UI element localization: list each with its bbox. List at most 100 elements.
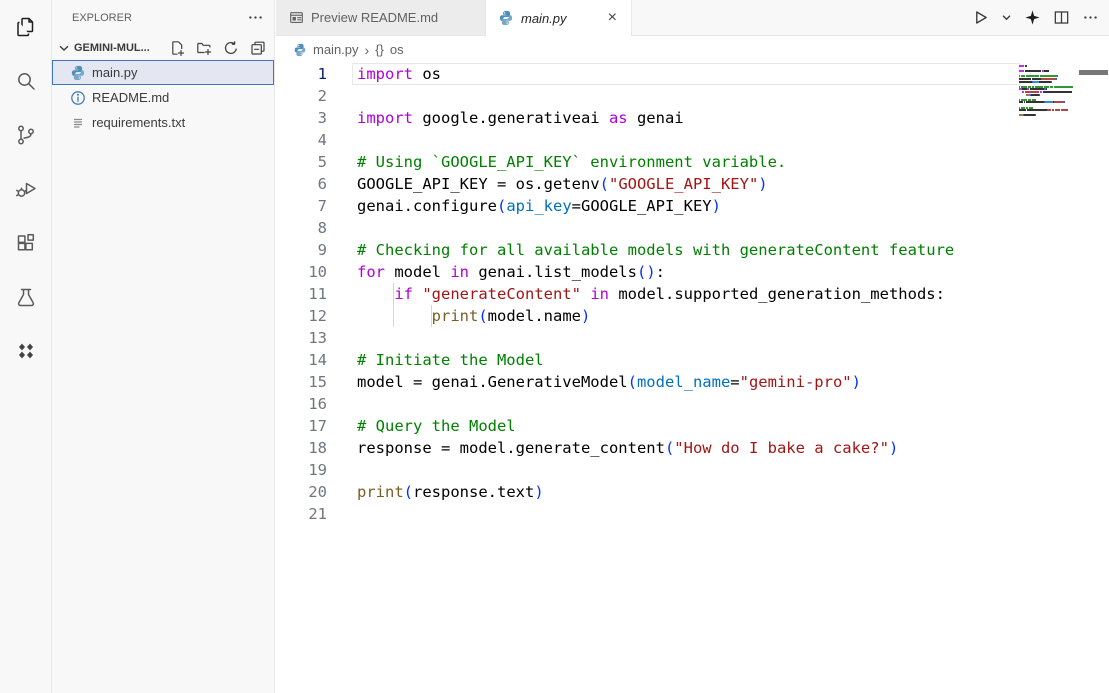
indent-guide (393, 283, 394, 305)
code-line-15[interactable]: 15model = genai.GenerativeModel(model_na… (276, 371, 1109, 393)
new-folder-icon[interactable] (196, 40, 212, 56)
split-editor-icon[interactable] (1053, 9, 1070, 26)
line-content: response = model.generate_content("How d… (357, 437, 898, 459)
section-actions (169, 40, 266, 56)
line-number: 5 (276, 151, 357, 173)
indent-guide (431, 305, 432, 327)
close-tab-icon[interactable]: × (606, 10, 619, 26)
line-number: 3 (276, 107, 357, 129)
code-line-12[interactable]: 12 print(model.name) (276, 305, 1109, 327)
code-editor[interactable]: 1import os23import google.generativeai a… (276, 63, 1109, 693)
line-number: 9 (276, 239, 357, 261)
code-line-14[interactable]: 14# Initiate the Model (276, 349, 1109, 371)
activity-testing[interactable] (0, 270, 52, 324)
code-line-13[interactable]: 13 (276, 327, 1109, 349)
refresh-explorer-icon[interactable] (223, 40, 239, 56)
explorer-title: EXPLORER (72, 12, 132, 24)
collapse-folders-icon[interactable] (250, 40, 266, 56)
code-line-5[interactable]: 5# Using `GOOGLE_API_KEY` environment va… (276, 151, 1109, 173)
python-icon (498, 10, 514, 26)
line-content: # Initiate the Model (357, 349, 544, 371)
code-line-11[interactable]: 11 if "generateContent" in model.support… (276, 283, 1109, 305)
code-line-16[interactable]: 16 (276, 393, 1109, 415)
code-line-3[interactable]: 3import google.generativeai as genai (276, 107, 1109, 129)
line-number: 2 (276, 85, 357, 107)
line-content: for model in genai.list_models(): (357, 261, 665, 283)
overview-ruler[interactable] (1095, 63, 1109, 693)
line-number: 10 (276, 261, 357, 283)
file-item-requirements.txt[interactable]: requirements.txt (52, 110, 274, 135)
gemini-sparkle-icon[interactable] (1024, 9, 1041, 26)
line-content: import os (357, 63, 441, 85)
breadcrumb-separator-icon: › (365, 42, 370, 58)
code-line-17[interactable]: 17# Query the Model (276, 415, 1109, 437)
extensions-icon (14, 231, 38, 255)
code-line-1[interactable]: 1import os (276, 63, 1109, 85)
line-content: # Using `GOOGLE_API_KEY` environment var… (357, 151, 786, 173)
line-content: import google.generativeai as genai (357, 107, 684, 129)
line-number: 7 (276, 195, 357, 217)
activity-search[interactable] (0, 54, 52, 108)
line-number: 17 (276, 415, 357, 437)
code-line-2[interactable]: 2 (276, 85, 1109, 107)
file-name: requirements.txt (92, 115, 185, 130)
line-content: genai.configure(api_key=GOOGLE_API_KEY) (357, 195, 721, 217)
code-line-10[interactable]: 10for model in genai.list_models(): (276, 261, 1109, 283)
editor-group: Preview README.md main.py × main.py › {}… (276, 0, 1109, 693)
line-number: 18 (276, 437, 357, 459)
gemini-diamonds-icon (14, 339, 38, 363)
line-number: 14 (276, 349, 357, 371)
line-number: 8 (276, 217, 357, 239)
indent-guide (393, 305, 394, 327)
folder-section-header[interactable]: GEMINI-MUL... (52, 35, 274, 60)
file-name: README.md (92, 90, 169, 105)
line-number: 4 (276, 129, 357, 151)
code-line-20[interactable]: 20print(response.text) (276, 481, 1109, 503)
python-icon (293, 43, 307, 57)
chevron-down-icon (56, 40, 72, 56)
breadcrumb: main.py › {} os (276, 36, 1109, 63)
code-line-18[interactable]: 18response = model.generate_content("How… (276, 437, 1109, 459)
line-number: 16 (276, 393, 357, 415)
line-number: 6 (276, 173, 357, 195)
search-icon (14, 69, 38, 93)
tab-label: Preview README.md (311, 10, 438, 25)
line-number: 21 (276, 503, 357, 525)
minimap-line (1019, 117, 1077, 119)
code-line-7[interactable]: 7genai.configure(api_key=GOOGLE_API_KEY) (276, 195, 1109, 217)
activity-source-control[interactable] (0, 108, 52, 162)
tab-label: main.py (521, 11, 567, 26)
file-item-README.md[interactable]: README.md (52, 85, 274, 110)
code-line-21[interactable]: 21 (276, 503, 1109, 525)
tab-main-py[interactable]: main.py × (486, 0, 632, 36)
run-dropdown-icon[interactable] (1001, 12, 1012, 23)
breadcrumb-file[interactable]: main.py (313, 42, 359, 57)
activity-bar (0, 0, 52, 693)
activity-explorer[interactable] (0, 0, 52, 54)
code-line-9[interactable]: 9# Checking for all available models wit… (276, 239, 1109, 261)
explorer-header: EXPLORER (52, 0, 274, 35)
run-python-file-icon[interactable] (972, 9, 989, 26)
new-file-icon[interactable] (169, 40, 185, 56)
line-number: 11 (276, 283, 357, 305)
activity-run-and-debug[interactable] (0, 162, 52, 216)
source-control-icon (14, 123, 38, 147)
code-line-19[interactable]: 19 (276, 459, 1109, 481)
file-name: main.py (92, 65, 138, 80)
explorer-more-actions-icon[interactable] (247, 9, 264, 26)
run-and-debug-icon (14, 177, 38, 201)
activity-gemini-code-assist[interactable] (0, 324, 52, 378)
activity-extensions[interactable] (0, 216, 52, 270)
text-file-icon (70, 115, 86, 131)
code-line-8[interactable]: 8 (276, 217, 1109, 239)
line-content: if "generateContent" in model.supported_… (357, 283, 945, 305)
minimap[interactable] (1019, 65, 1077, 119)
file-item-main.py[interactable]: main.py (52, 60, 274, 85)
tab-preview-readme[interactable]: Preview README.md (276, 0, 486, 35)
markdown-preview-icon (288, 10, 304, 26)
breadcrumb-symbol[interactable]: os (390, 42, 404, 57)
code-line-4[interactable]: 4 (276, 129, 1109, 151)
more-actions-icon[interactable] (1082, 9, 1099, 26)
code-line-6[interactable]: 6GOOGLE_API_KEY = os.getenv("GOOGLE_API_… (276, 173, 1109, 195)
vscode-window: { "colors": { "keyword": "#af00db", "com… (0, 0, 1109, 693)
